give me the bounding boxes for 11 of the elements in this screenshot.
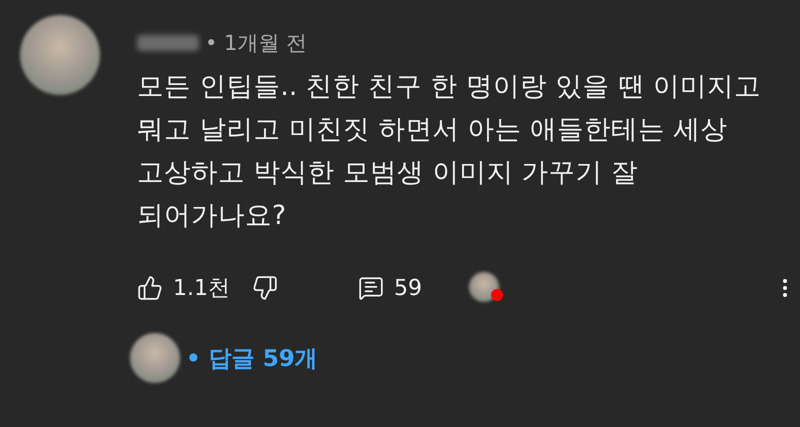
replies-link[interactable]: • 답글 59개 (186, 342, 318, 374)
reply-icon[interactable] (358, 275, 384, 301)
avatar[interactable] (20, 15, 100, 95)
blurred-username (137, 35, 199, 51)
reply-avatar (130, 333, 180, 383)
reply-count: 59 (394, 276, 422, 300)
thumbs-down-icon[interactable] (252, 275, 278, 301)
thumbs-up-icon[interactable] (137, 275, 163, 301)
comment-time: • 1개월 전 (205, 30, 308, 57)
like-count: 1.1천 (173, 275, 230, 303)
comment-text: 모든 인팁들.. 친한 친구 한 명이랑 있을 땐 이미지고 뭐고 날리고 미친짓 하면서 아는 애들한테는 세상 고상하고 박식한 모범생 이미지 가꾸기 잘 되어가나요? (137, 70, 762, 233)
